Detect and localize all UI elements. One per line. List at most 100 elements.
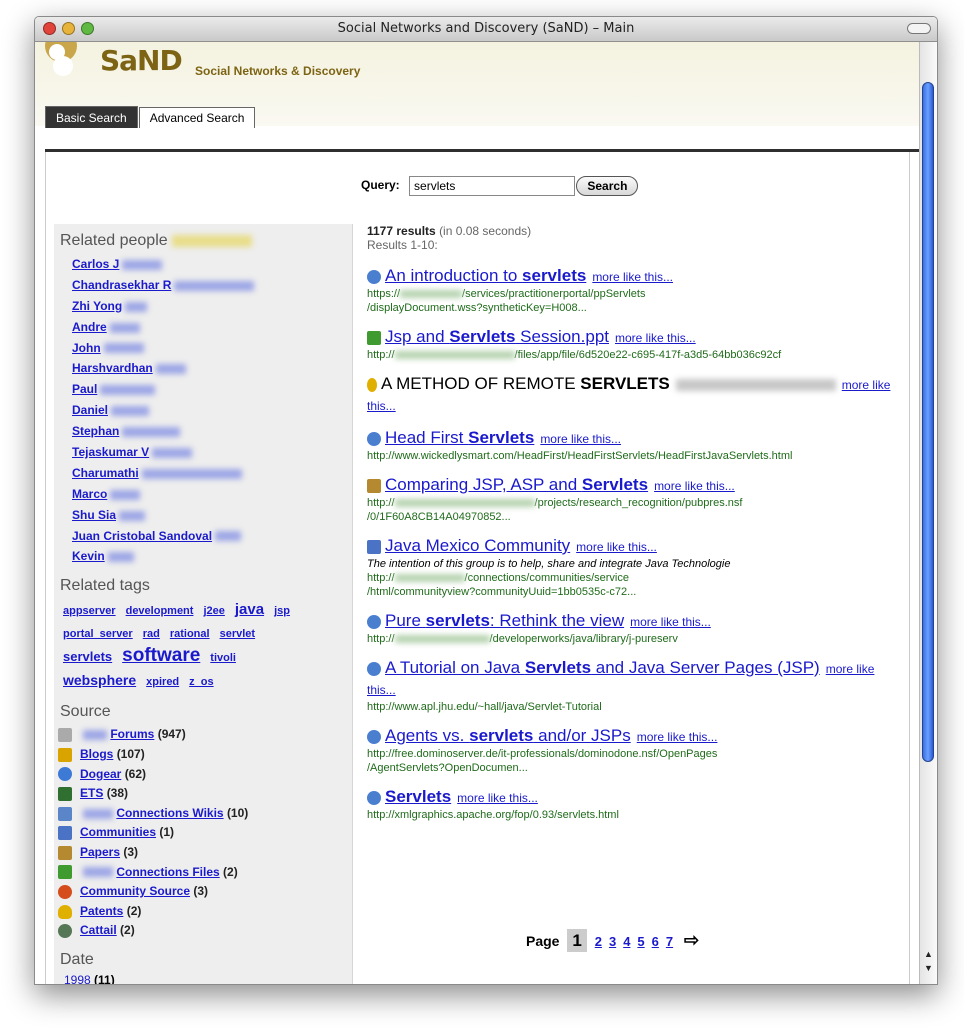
person-link[interactable]: Carlos J <box>72 257 119 271</box>
wiki-icon <box>58 806 72 821</box>
person-link[interactable]: Kevin <box>72 549 105 563</box>
person-link[interactable]: Shu Sia <box>72 508 116 522</box>
person-link[interactable]: Marco <box>72 487 107 501</box>
source-count: (2) <box>223 864 238 879</box>
scroll-up-icon[interactable]: ▲ <box>923 948 934 960</box>
vertical-scrollbar[interactable]: ▲ ▼ <box>919 42 937 984</box>
result-title-text: Pure <box>385 611 426 630</box>
person-link[interactable]: Tejaskumar V <box>72 445 149 459</box>
more-like-this-link[interactable]: more like this... <box>576 540 657 554</box>
result-title-link[interactable]: Head First Servlets <box>385 428 534 447</box>
source-link[interactable]: Blogs <box>80 747 113 761</box>
result-title-link[interactable]: Servlets <box>385 787 451 806</box>
scrollbar-thumb[interactable] <box>922 82 934 762</box>
facet-sidebar: Related people Carlos J Chandrasekhar R … <box>54 224 353 984</box>
person-link[interactable]: Paul <box>72 382 97 396</box>
person-link[interactable]: Harshvardhan <box>72 361 153 375</box>
page-link[interactable]: 7 <box>666 934 673 949</box>
source-item: Connections Files (2) <box>58 863 352 883</box>
more-like-this-link[interactable]: more like this... <box>592 270 673 284</box>
source-link[interactable]: Community Source <box>80 884 190 898</box>
source-item: Patents (2) <box>58 902 352 922</box>
result-title-text: Java Mexico Community <box>385 536 571 555</box>
source-link[interactable]: ETS <box>80 786 103 800</box>
tab-advanced-search[interactable]: Advanced Search <box>138 107 256 128</box>
tag-link[interactable]: j2ee <box>203 605 224 617</box>
page-link[interactable]: 5 <box>637 934 644 949</box>
page-link[interactable]: 4 <box>623 934 630 949</box>
redacted-text <box>83 808 113 819</box>
tag-link[interactable]: z_os <box>189 676 213 688</box>
date-item: 1998 (11) <box>54 973 352 984</box>
tag-link[interactable]: websphere <box>63 672 136 688</box>
result-title-link[interactable]: An introduction to servlets <box>385 266 586 285</box>
person-item: Daniel <box>72 400 352 421</box>
result-title-link[interactable]: A Tutorial on Java Servlets and Java Ser… <box>385 658 820 677</box>
page-link[interactable]: 3 <box>609 934 616 949</box>
person-link[interactable]: Juan Cristobal Sandoval <box>72 529 212 543</box>
search-result: Servlets more like this... http://xmlgrap… <box>367 787 897 822</box>
source-link[interactable]: Dogear <box>80 767 121 781</box>
person-link[interactable]: Zhi Yong <box>72 299 122 313</box>
result-title-highlight[interactable]: SERVLETS <box>580 374 669 393</box>
globe-icon <box>367 431 381 446</box>
redacted-text <box>155 364 186 375</box>
result-title-link[interactable]: Comparing JSP, ASP and Servlets <box>385 475 648 494</box>
result-url: https:///services/practitionerportal/ppS… <box>367 288 646 314</box>
person-link[interactable]: Daniel <box>72 403 108 417</box>
person-link[interactable]: Charumathi <box>72 466 139 480</box>
more-like-this-link[interactable]: more like this... <box>630 615 711 629</box>
globe-icon <box>367 661 381 676</box>
person-link[interactable]: Andre <box>72 320 107 334</box>
person-link[interactable]: Stephan <box>72 424 119 438</box>
tab-basic-search[interactable]: Basic Search <box>45 106 138 128</box>
source-link[interactable]: Cattail <box>80 923 117 937</box>
source-link[interactable]: Patents <box>80 904 123 918</box>
result-title-link[interactable]: Agents vs. servlets and/or JSPs <box>385 726 631 745</box>
tag-cloud: appserver development j2ee java jsp portal_s… <box>54 599 352 693</box>
result-title-text: Jsp and <box>385 327 450 346</box>
more-like-this-link[interactable]: more like this... <box>654 479 735 493</box>
source-link[interactable]: Papers <box>80 845 120 859</box>
more-like-this-link[interactable]: more like this... <box>540 432 621 446</box>
more-like-this-link[interactable]: more like this... <box>637 730 718 744</box>
page-link[interactable]: 6 <box>652 934 659 949</box>
source-link[interactable]: Communities <box>80 825 156 839</box>
result-title-link[interactable]: Pure servlets: Rethink the view <box>385 611 624 630</box>
search-result: An introduction to servlets more like thi… <box>367 266 897 315</box>
tag-link[interactable]: servlets <box>63 649 112 664</box>
date-link[interactable]: 1998 <box>64 973 91 984</box>
page-link[interactable]: 2 <box>595 934 602 949</box>
tag-link[interactable]: software <box>122 645 200 666</box>
tag-link[interactable]: jsp <box>274 605 290 617</box>
toolbar-toggle-button[interactable] <box>907 23 931 34</box>
tag-link[interactable]: java <box>235 601 264 618</box>
more-like-this-link[interactable]: more like this... <box>615 331 696 345</box>
result-title-text[interactable]: A METHOD OF REMOTE <box>381 374 580 393</box>
tag-link[interactable]: tivoli <box>210 652 236 664</box>
query-input[interactable] <box>409 176 576 196</box>
result-title-link[interactable]: Jsp and Servlets Session.ppt <box>385 327 609 346</box>
redacted-text <box>111 406 150 417</box>
source-link[interactable]: Forums <box>110 727 154 741</box>
tag-link[interactable]: rad <box>143 628 160 640</box>
tag-link[interactable]: xpired <box>146 676 179 688</box>
minimize-window-button[interactable] <box>62 22 75 35</box>
source-link[interactable]: Connections Wikis <box>116 806 223 820</box>
results-panel: 1177 results (in 0.08 seconds) Results 1… <box>367 224 897 834</box>
person-link[interactable]: John <box>72 341 101 355</box>
close-window-button[interactable] <box>43 22 56 35</box>
tag-link[interactable]: rational <box>170 628 210 640</box>
more-like-this-link[interactable]: more like this... <box>457 791 538 805</box>
result-title-link[interactable]: Java Mexico Community <box>385 536 570 555</box>
zoom-window-button[interactable] <box>81 22 94 35</box>
tag-link[interactable]: servlet <box>220 628 255 640</box>
tag-link[interactable]: development <box>126 605 194 617</box>
next-page-arrow-icon[interactable]: ⇨ <box>684 930 699 950</box>
scroll-down-icon[interactable]: ▼ <box>923 962 934 974</box>
tag-link[interactable]: portal_server <box>63 628 133 640</box>
person-link[interactable]: Chandrasekhar R <box>72 278 171 292</box>
tag-link[interactable]: appserver <box>63 605 116 617</box>
search-button[interactable]: Search <box>576 176 639 196</box>
source-link[interactable]: Connections Files <box>116 865 219 879</box>
